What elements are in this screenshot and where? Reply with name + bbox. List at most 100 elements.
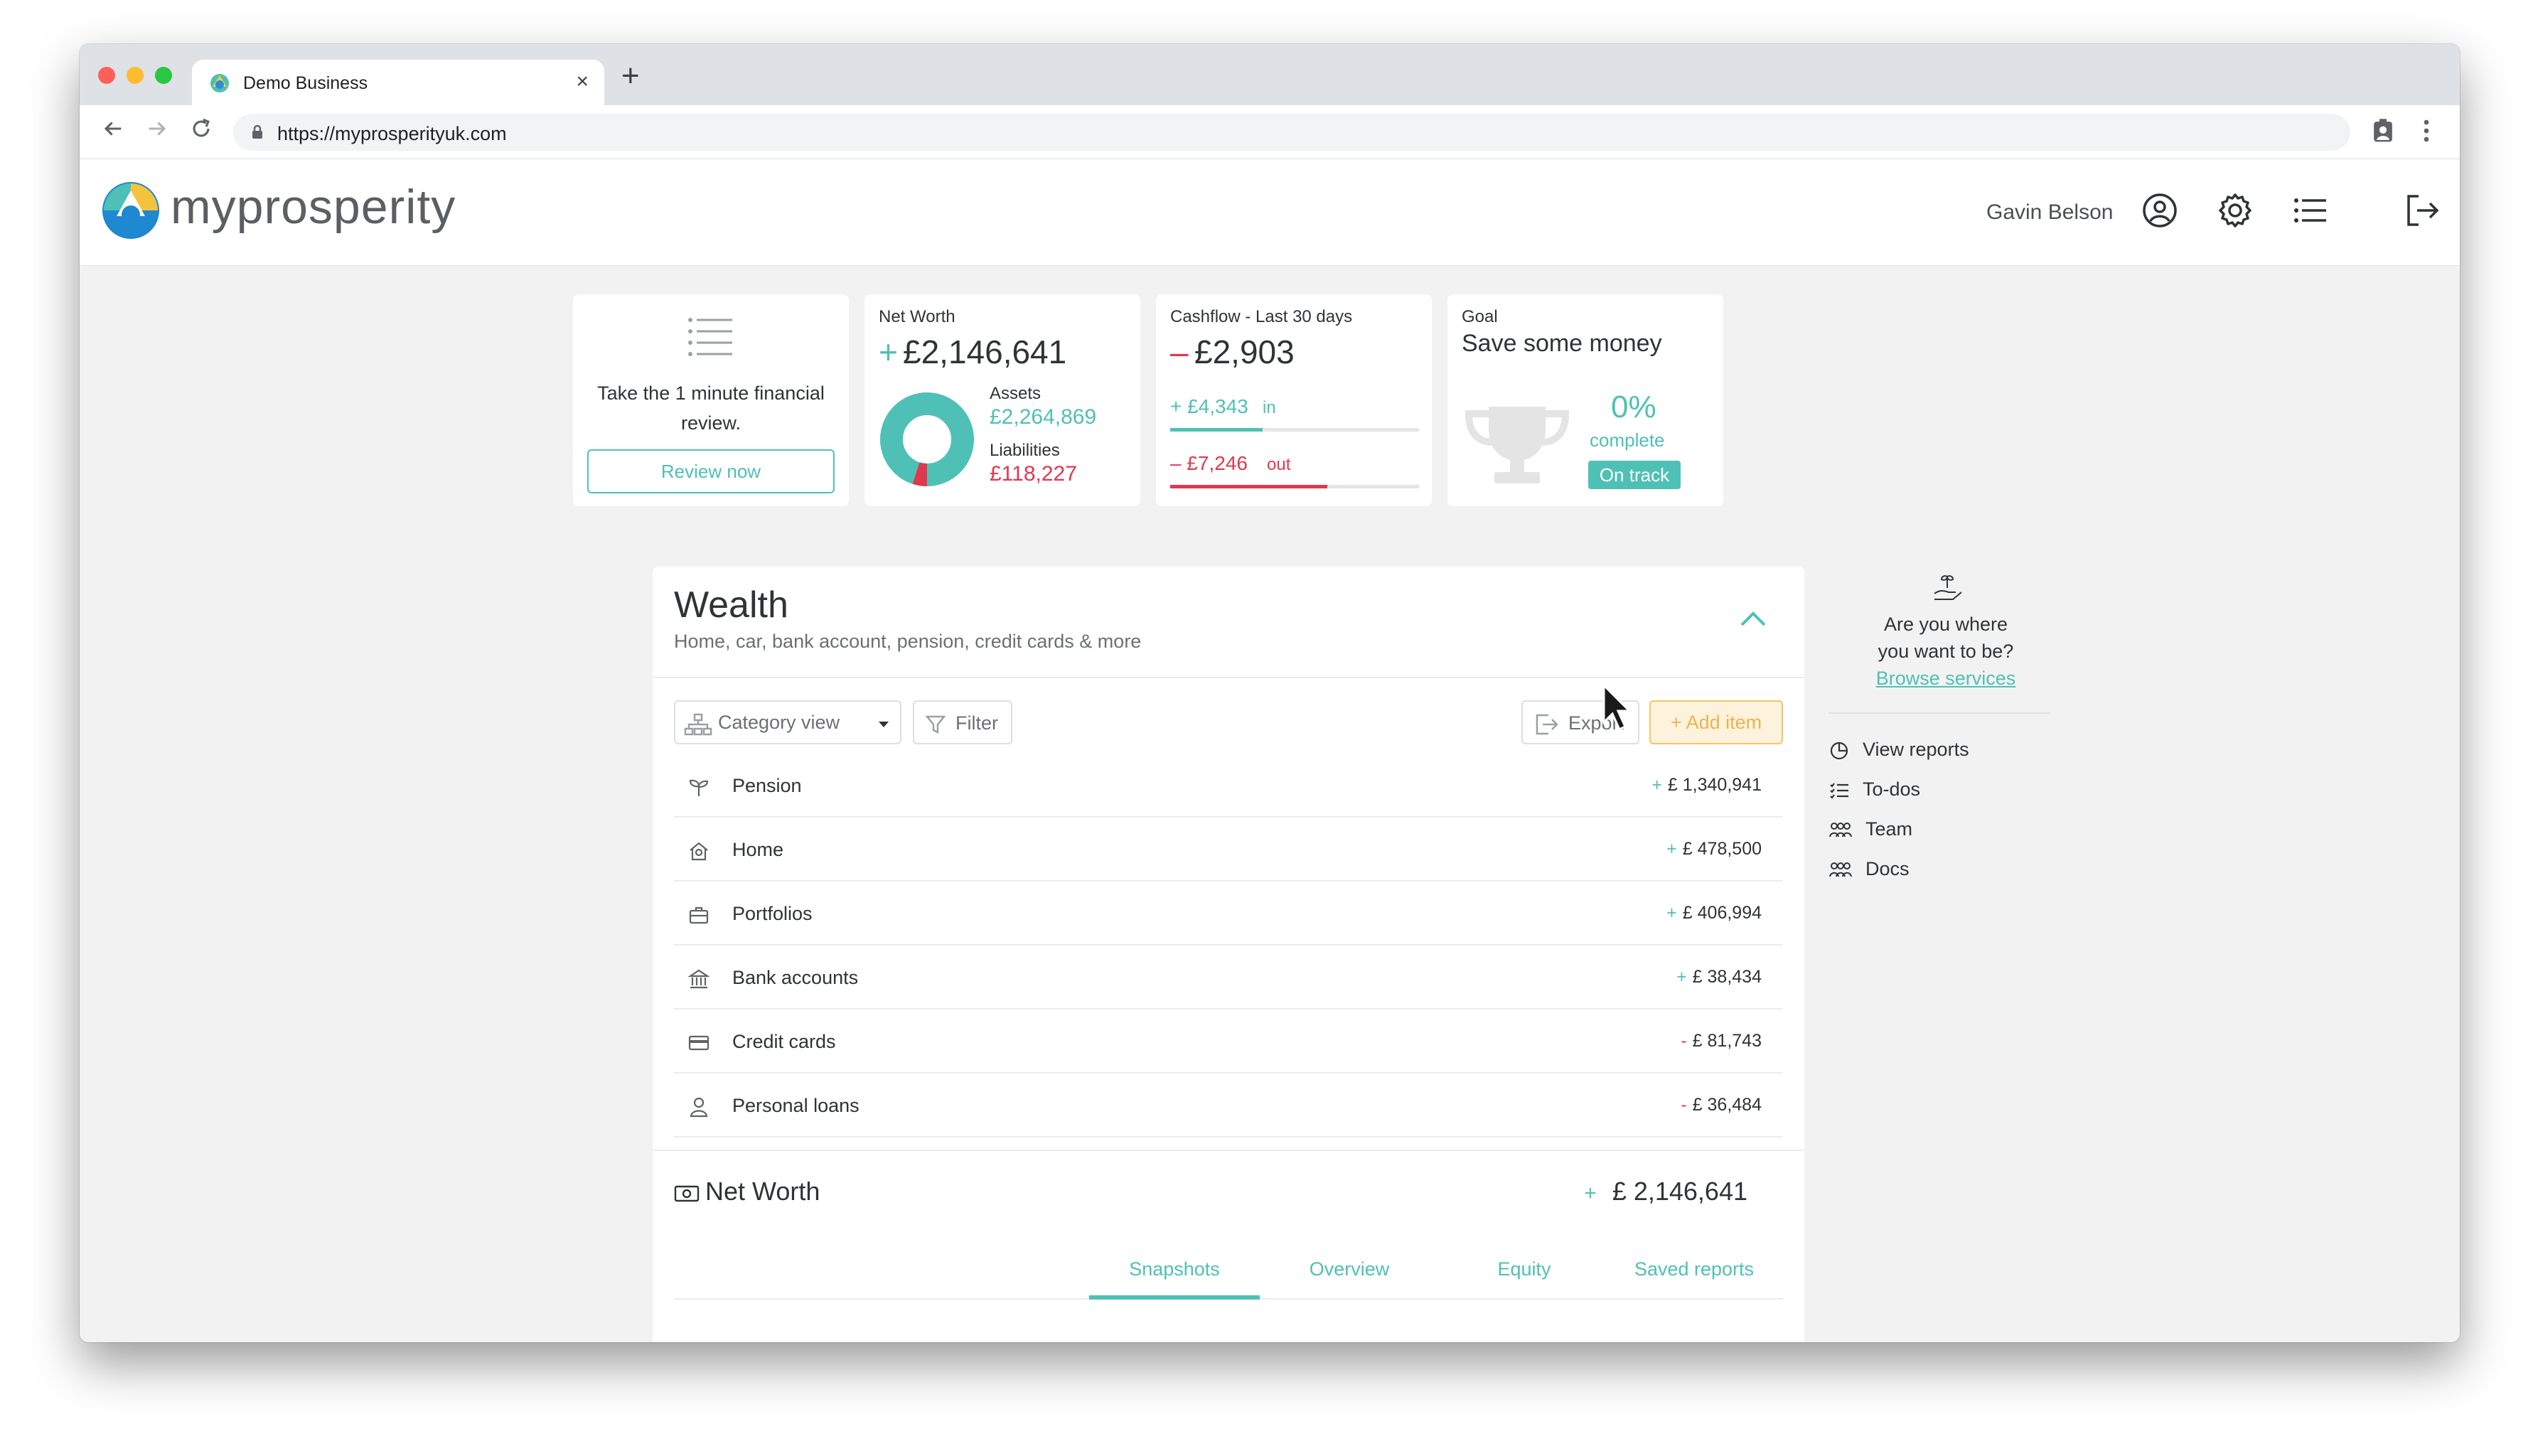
liabilities-value: £118,227 (990, 462, 1077, 486)
goal-card[interactable]: Goal Save some money 0% complete On trac… (1447, 294, 1723, 506)
user-name[interactable]: Gavin Belson (1986, 200, 2113, 225)
gear-icon[interactable] (2215, 191, 2255, 230)
hand-plant-icon (1934, 575, 1962, 600)
sidebar-item-label: View reports (1863, 739, 1969, 760)
lock-icon (252, 124, 262, 139)
sidebar-prompt-line2: you want to be? (1878, 641, 2014, 662)
tab-snapshots[interactable]: Snapshots (1089, 1258, 1260, 1280)
net-worth-total-value: £ 2,146,641 (1612, 1177, 1747, 1206)
wealth-row-personal-loans[interactable]: Personal loans - £ 36,484 (674, 1074, 1783, 1138)
cashflow-in-track (1170, 428, 1419, 432)
back-arrow-icon[interactable] (101, 117, 125, 141)
row-value: + £ 1,340,941 (1651, 775, 1762, 796)
goal-title: Save some money (1462, 330, 1662, 357)
sidebar-item-label: Team (1865, 818, 1913, 840)
row-sign: + (1676, 967, 1687, 987)
wealth-row-bank-accounts[interactable]: Bank accounts + £ 38,434 (674, 946, 1783, 1010)
sidebar-item-docs[interactable]: Docs (1828, 858, 1910, 881)
wealth-row-home[interactable]: Home + £ 478,500 (674, 818, 1783, 882)
net-worth-total-sign: + (1584, 1182, 1597, 1205)
cashflow-value: £2,903 (1194, 333, 1295, 370)
team-icon (1829, 822, 1852, 837)
net-worth-value: £2,146,641 (903, 333, 1067, 370)
liabilities-label: Liabilities (990, 441, 1060, 460)
cashflow-card[interactable]: Cashflow - Last 30 days – £2,903 + £4,34… (1156, 294, 1432, 506)
goal-complete-label: complete (1590, 429, 1665, 451)
tab-equity[interactable]: Equity (1439, 1258, 1610, 1280)
rows-footer-divider (653, 1150, 1804, 1151)
tab-saved-reports[interactable]: Saved reports (1605, 1258, 1783, 1280)
row-value: + £ 38,434 (1676, 967, 1762, 987)
net-worth-total: + £ 2,146,641 (1584, 1177, 1747, 1206)
sidebar-item-team[interactable]: Team (1828, 818, 1912, 841)
cashflow-label: Cashflow - Last 30 days (1170, 307, 1353, 326)
goal-percent: 0% (1611, 390, 1656, 424)
briefcase-icon (689, 906, 709, 924)
dropdown-caret-icon (879, 722, 889, 727)
new-tab-button[interactable]: + (621, 58, 640, 94)
reload-icon[interactable] (189, 117, 213, 141)
export-icon (1536, 714, 1558, 735)
wealth-panel: Wealth Home, car, bank account, pension,… (653, 567, 1804, 1342)
forward-arrow-icon[interactable] (145, 117, 169, 141)
pie-chart-icon (1830, 742, 1848, 759)
logo-wordmark[interactable]: myprosperity (171, 179, 456, 235)
sidebar-item-label: To-dos (1863, 778, 1921, 800)
logout-icon[interactable] (2403, 191, 2443, 230)
browser-tab[interactable]: Demo Business × (192, 60, 604, 105)
close-window-button[interactable] (98, 67, 115, 84)
cashflow-in-label: in (1263, 398, 1276, 417)
goal-status-badge: On track (1588, 461, 1681, 489)
hierarchy-icon (684, 713, 712, 736)
wealth-row-pension[interactable]: Pension + £ 1,340,941 (674, 754, 1783, 818)
sidebar-prompt: Are you where you want to be? Browse ser… (1828, 611, 2063, 692)
filter-button[interactable]: Filter (913, 700, 1012, 744)
browser-menu-icon[interactable] (2421, 118, 2431, 144)
tab-close-icon[interactable]: × (576, 70, 589, 94)
house-icon (690, 842, 708, 861)
sidebar-item-to-dos[interactable]: To-dos (1828, 778, 1920, 801)
cashflow-in-bar (1170, 428, 1263, 432)
bank-icon (688, 969, 710, 989)
row-amount: £ 406,994 (1682, 903, 1762, 923)
wealth-subtitle: Home, car, bank account, pension, credit… (674, 631, 1142, 652)
row-value: + £ 406,994 (1666, 903, 1762, 924)
checklist-icon (688, 318, 732, 356)
assets-value: £2,264,869 (990, 405, 1097, 429)
browse-services-link[interactable]: Browse services (1828, 665, 2063, 692)
row-label: Pension (732, 775, 802, 796)
row-sign: - (1681, 1031, 1687, 1051)
net-worth-label: Net Worth (879, 307, 955, 326)
cashflow-sign: – (1170, 333, 1189, 370)
address-bar[interactable]: https://myprosperityuk.com (233, 114, 2350, 151)
row-label: Portfolios (732, 903, 813, 924)
browser-toolbar: https://myprosperityuk.com (80, 105, 2460, 159)
wealth-row-portfolios[interactable]: Portfolios + £ 406,994 (674, 882, 1783, 946)
net-worth-card[interactable]: Net Worth + £2,146,641 Assets £2,264,869… (864, 294, 1140, 506)
assets-liabilities-donut (880, 392, 974, 486)
row-value: - £ 81,743 (1681, 1031, 1762, 1051)
sidebar-prompt-line1: Are you where (1883, 614, 2008, 635)
maximize-window-button[interactable] (155, 67, 172, 84)
cashflow-out-bar (1170, 485, 1327, 488)
browser-tab-bar: Demo Business × + (80, 44, 2460, 105)
tab-overview[interactable]: Overview (1264, 1258, 1435, 1280)
row-amount: £ 36,484 (1692, 1095, 1762, 1115)
wealth-row-credit-cards[interactable]: Credit cards - £ 81,743 (674, 1010, 1783, 1074)
add-item-button[interactable]: + Add item (1649, 700, 1783, 744)
wealth-title: Wealth (674, 584, 788, 626)
menu-list-icon[interactable] (2291, 191, 2330, 230)
url-text: https://myprosperityuk.com (277, 123, 507, 144)
row-label: Personal loans (732, 1095, 860, 1116)
user-circle-icon[interactable] (2140, 191, 2180, 230)
wealth-header-divider (653, 677, 1804, 678)
myprosperity-logo-icon[interactable] (101, 181, 161, 240)
minimize-window-button[interactable] (127, 67, 144, 84)
sidebar-item-view-reports[interactable]: View reports (1828, 739, 1969, 761)
row-sign: + (1666, 839, 1677, 859)
review-now-button[interactable]: Review now (587, 449, 835, 493)
collapse-chevron-icon[interactable] (1739, 609, 1767, 628)
docs-icon (1829, 862, 1852, 877)
category-view-select[interactable]: Category view (674, 700, 901, 744)
profile-badge-icon[interactable] (2372, 118, 2394, 144)
